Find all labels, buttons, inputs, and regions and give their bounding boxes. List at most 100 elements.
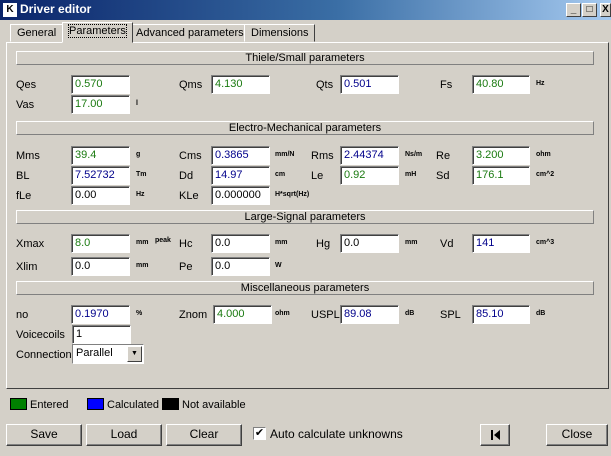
clear-button[interactable]: Clear	[166, 424, 242, 446]
vas-label: Vas	[16, 99, 35, 111]
spl-label: SPL	[440, 309, 461, 321]
xlim-field[interactable]: 0.0	[71, 257, 130, 276]
qts-field[interactable]: 0.501	[340, 75, 399, 94]
bl-label: BL	[16, 170, 30, 182]
bl-field[interactable]: 7.52732	[71, 166, 130, 185]
rms-unit: Ns/m	[405, 151, 423, 158]
chevron-down-icon[interactable]: ▼	[127, 346, 142, 362]
vd-unit: cm^3	[536, 239, 555, 246]
section-header-miscellaneous: Miscellaneous parameters	[16, 281, 594, 295]
tab-parameters[interactable]: Parameters	[62, 22, 133, 43]
qms-field[interactable]: 4.130	[211, 75, 270, 94]
hc-unit: mm	[275, 239, 288, 246]
hg-label: Hg	[316, 238, 331, 250]
cms-unit: mm/N	[275, 151, 295, 158]
load-button[interactable]: Load	[86, 424, 162, 446]
dd-unit: cm	[275, 171, 286, 178]
mms-field[interactable]: 39.4	[71, 146, 130, 165]
connection-value: Parallel	[76, 347, 113, 359]
fle-unit: Hz	[136, 191, 145, 198]
checkmark-icon: ✔	[254, 427, 265, 439]
kle-field[interactable]: 0.000000	[211, 186, 270, 205]
rms-field[interactable]: 2.44374	[340, 146, 399, 165]
fs-label: Fs	[440, 79, 453, 91]
qts-label: Qts	[316, 79, 334, 91]
save-button[interactable]: Save	[6, 424, 82, 446]
tab-dimensions[interactable]: Dimensions	[244, 24, 316, 42]
app-icon: K	[3, 3, 17, 17]
auto-calculate-checkbox[interactable]: ✔	[253, 427, 266, 440]
kle-unit: H*sqrt(Hz)	[275, 191, 310, 198]
xmax-unit-peak: peak	[155, 237, 171, 244]
hc-label: Hc	[179, 238, 193, 250]
legend-label-not-available: Not available	[182, 399, 246, 411]
skip-back-icon	[491, 430, 500, 440]
cms-field[interactable]: 0.3865	[211, 146, 270, 165]
re-field[interactable]: 3.200	[472, 146, 530, 165]
uspl-label: USPL	[311, 309, 340, 321]
rms-label: Rms	[311, 150, 334, 162]
spl-field[interactable]: 85.10	[472, 305, 530, 324]
section-header-electro-mechanical: Electro-Mechanical parameters	[16, 121, 594, 135]
play-to-start-button[interactable]	[480, 424, 510, 446]
maximize-button[interactable]: □	[582, 3, 597, 17]
hg-field[interactable]: 0.0	[340, 234, 399, 253]
section-header-thiele-small: Thiele/Small parameters	[16, 51, 594, 65]
sd-field[interactable]: 176.1	[472, 166, 530, 185]
hc-field[interactable]: 0.0	[211, 234, 270, 253]
minimize-button[interactable]: _	[566, 3, 581, 17]
dd-field[interactable]: 14.97	[211, 166, 270, 185]
znom-label: Znom	[179, 309, 208, 321]
dd-label: Dd	[179, 170, 194, 182]
vd-label: Vd	[440, 238, 454, 250]
fs-field[interactable]: 40.80	[472, 75, 530, 94]
hg-unit: mm	[405, 239, 418, 246]
auto-calculate-label: Auto calculate unknowns	[270, 427, 403, 441]
close-window-button[interactable]: X	[600, 3, 611, 17]
tab-advanced-parameters[interactable]: Advanced parameters	[129, 24, 251, 42]
fle-label: fLe	[16, 190, 32, 202]
znom-unit: ohm	[275, 310, 290, 317]
voicecoils-field[interactable]: 1	[72, 325, 131, 344]
connection-select[interactable]: Parallel ▼	[72, 344, 144, 364]
legend-label-entered: Entered	[30, 399, 69, 411]
no-field[interactable]: 0.1970	[71, 305, 130, 324]
legend-swatch-calculated	[87, 398, 104, 410]
tab-general[interactable]: General	[10, 24, 64, 42]
xmax-field[interactable]: 8.0	[71, 234, 130, 253]
le-unit: mH	[405, 171, 417, 178]
qes-label: Qes	[16, 79, 37, 91]
znom-field[interactable]: 4.000	[213, 305, 272, 324]
voicecoils-label: Voicecoils	[16, 329, 65, 341]
legend-swatch-not-available	[162, 398, 179, 410]
xlim-unit: mm	[136, 262, 149, 269]
title-bar[interactable]: K Driver editor _ □ X	[0, 0, 611, 20]
xmax-label: Xmax	[16, 238, 45, 250]
pe-label: Pe	[179, 261, 193, 273]
legend-swatch-entered	[10, 398, 27, 410]
spl-unit: dB	[536, 310, 546, 317]
uspl-unit: dB	[405, 310, 415, 317]
pe-field[interactable]: 0.0	[211, 257, 270, 276]
xmax-unit: mm	[136, 239, 149, 246]
mms-unit: g	[136, 151, 141, 158]
pe-unit: W	[275, 262, 282, 269]
kle-label: KLe	[179, 190, 199, 202]
cms-label: Cms	[179, 150, 202, 162]
vd-field[interactable]: 141	[472, 234, 530, 253]
legend-label-calculated: Calculated	[107, 399, 159, 411]
vas-unit: l	[136, 100, 138, 107]
xlim-label: Xlim	[16, 261, 38, 273]
connection-label: Connection	[16, 349, 72, 361]
close-button[interactable]: Close	[546, 424, 608, 446]
no-label: no	[16, 309, 29, 321]
qes-field[interactable]: 0.570	[71, 75, 130, 94]
le-label: Le	[311, 170, 324, 182]
fle-field[interactable]: 0.00	[71, 186, 130, 205]
section-header-large-signal: Large-Signal parameters	[16, 210, 594, 224]
window-title: Driver editor	[20, 2, 92, 16]
le-field[interactable]: 0.92	[340, 166, 399, 185]
re-label: Re	[436, 150, 451, 162]
vas-field[interactable]: 17.00	[71, 95, 130, 114]
uspl-field[interactable]: 89.08	[340, 305, 399, 324]
